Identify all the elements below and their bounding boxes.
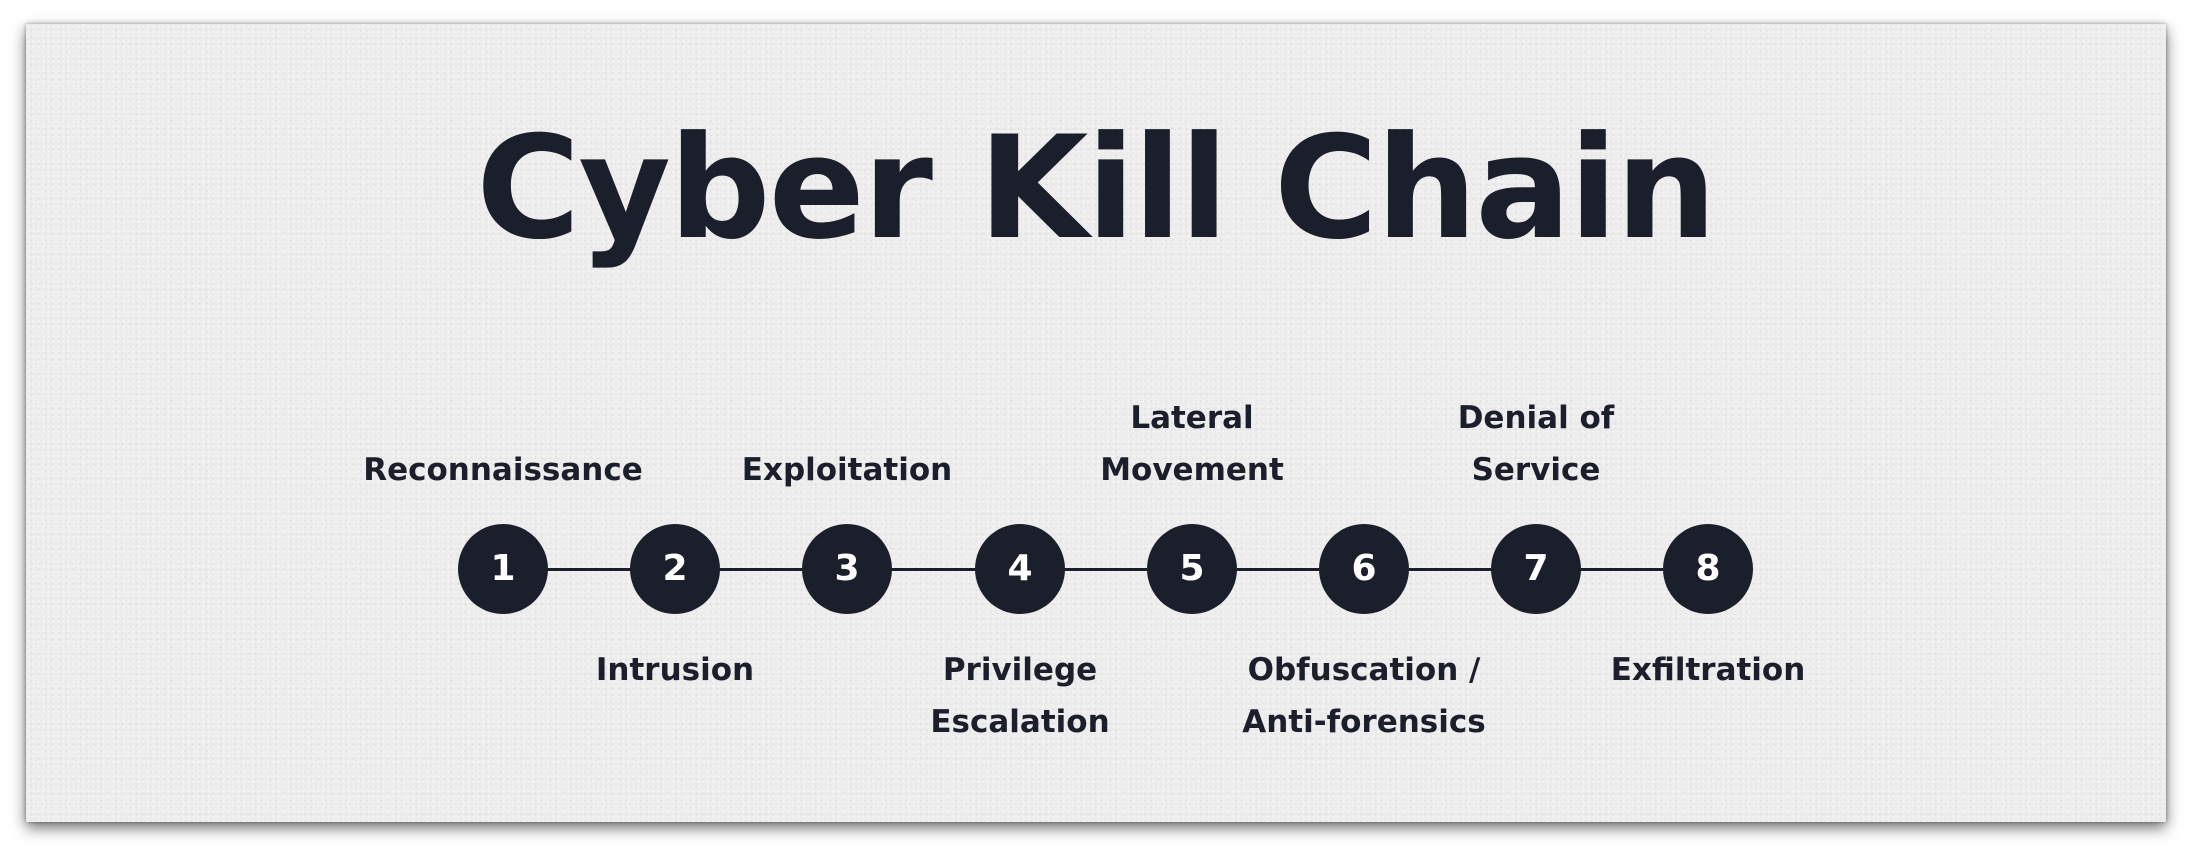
step-2-node: 2 xyxy=(630,524,720,614)
step-3-label-line: Exploitation xyxy=(741,452,953,488)
step-6-label-line-1: Obfuscation / xyxy=(1247,652,1481,688)
step-6-node: 6 xyxy=(1319,524,1409,614)
step-6-label-line-2: Anti-forensics xyxy=(1242,704,1486,740)
step-5-label-line-1: Lateral xyxy=(1130,400,1254,436)
step-7-label-line-2: Service xyxy=(1471,452,1601,488)
step-3-node: 3 xyxy=(802,524,892,614)
step-4-label: Privilege Escalation xyxy=(860,644,1180,748)
step-7-label: Denial of Service xyxy=(1376,392,1696,496)
step-8-node: 8 xyxy=(1663,524,1753,614)
step-2-label-line: Intrusion xyxy=(595,652,755,688)
step-5-label-line-2: Movement xyxy=(1100,452,1284,488)
page: Cyber Kill Chain 1 2 3 4 5 6 7 8 Reconna… xyxy=(0,0,2191,868)
step-4-node: 4 xyxy=(975,524,1065,614)
step-1-node: 1 xyxy=(458,524,548,614)
step-2-label: Intrusion xyxy=(515,644,835,696)
step-1-label-line: Reconnaissance xyxy=(363,452,643,488)
step-5-label: Lateral Movement xyxy=(1032,392,1352,496)
step-8-label-line: Exfiltration xyxy=(1610,652,1806,688)
step-7-node: 7 xyxy=(1491,524,1581,614)
step-4-label-line-1: Privilege xyxy=(942,652,1098,688)
step-6-label: Obfuscation / Anti-forensics xyxy=(1204,644,1524,748)
step-3-label: Exploitation xyxy=(687,444,1007,496)
diagram-title: Cyber Kill Chain xyxy=(476,106,1717,271)
step-7-label-line-1: Denial of xyxy=(1457,400,1615,436)
step-4-label-line-2: Escalation xyxy=(930,704,1110,740)
step-5-node: 5 xyxy=(1147,524,1237,614)
step-1-label: Reconnaissance xyxy=(343,444,663,496)
step-8-label: Exfiltration xyxy=(1548,644,1868,696)
